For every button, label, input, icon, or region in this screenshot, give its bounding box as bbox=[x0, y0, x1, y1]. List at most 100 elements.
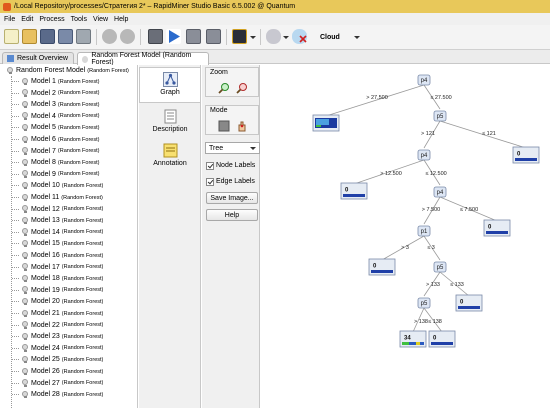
tree-split-node[interactable]: p4 bbox=[417, 149, 431, 161]
bulb-icon bbox=[22, 193, 28, 202]
pause-icon[interactable] bbox=[186, 29, 201, 44]
tree-leaf-node[interactable]: 0 bbox=[340, 182, 368, 200]
tree-item-model[interactable]: Model 28 (Random Forest) bbox=[12, 389, 103, 400]
tree-split-node[interactable]: p4 bbox=[433, 186, 447, 198]
tree-leaf-node[interactable]: 34 bbox=[399, 330, 427, 348]
save-image-button[interactable]: Save Image... bbox=[206, 192, 258, 204]
tree-item-model[interactable]: Model 20 (Random Forest) bbox=[12, 296, 103, 307]
open-folder-icon[interactable] bbox=[22, 29, 37, 44]
tree-split-node[interactable]: p1 bbox=[417, 225, 431, 237]
chevron-down-icon[interactable] bbox=[250, 36, 256, 39]
tree-connector bbox=[12, 127, 19, 129]
zoom-out-icon[interactable] bbox=[236, 82, 248, 94]
hand-mode-icon[interactable] bbox=[236, 120, 248, 132]
redo-icon[interactable] bbox=[120, 29, 135, 44]
tree-leaf-node[interactable]: 0 bbox=[483, 219, 511, 237]
tree-leaf-node[interactable]: 0 bbox=[512, 146, 540, 164]
menu-help[interactable]: Help bbox=[114, 16, 128, 23]
import-icon[interactable] bbox=[76, 29, 91, 44]
tree-item-model[interactable]: Model 15 (Random Forest) bbox=[12, 238, 103, 249]
tree-item-model[interactable]: Model 10 (Random Forest) bbox=[12, 180, 103, 191]
perspective-icon[interactable] bbox=[232, 29, 247, 44]
edge-labels-checkbox[interactable]: Edge Labels bbox=[206, 176, 255, 187]
view-description-button[interactable]: Description bbox=[139, 109, 201, 139]
tree-item-model[interactable]: Model 14 (Random Forest) bbox=[12, 227, 103, 238]
view-annotation-button[interactable]: Annotation bbox=[139, 143, 201, 173]
tree-split-node[interactable]: p5 bbox=[417, 297, 431, 309]
tree-item-model[interactable]: Model 22 (Random Forest) bbox=[12, 320, 103, 331]
select-mode-icon[interactable] bbox=[218, 120, 230, 132]
tree-connector bbox=[12, 359, 19, 361]
tree-item-model[interactable]: Model 13 (Random Forest) bbox=[12, 215, 103, 226]
save-as-icon[interactable] bbox=[58, 29, 73, 44]
cloud-gray-icon[interactable] bbox=[266, 29, 281, 44]
bulb-icon bbox=[82, 55, 89, 63]
tree-item-model[interactable]: Model 6 (Random Forest) bbox=[12, 134, 99, 145]
tree-item-model[interactable]: Model 17 (Random Forest) bbox=[12, 262, 103, 273]
graph-icon bbox=[162, 72, 178, 87]
tree-item-model[interactable]: Model 24 (Random Forest) bbox=[12, 343, 103, 354]
bulb-icon bbox=[22, 379, 28, 387]
cloud-label[interactable]: Cloud bbox=[320, 34, 340, 41]
bulb-icon bbox=[22, 89, 28, 97]
tree-item-model[interactable]: Model 23 (Random Forest) bbox=[12, 331, 103, 342]
tree-split-node[interactable]: p5 bbox=[433, 261, 447, 273]
bulb-icon bbox=[22, 251, 28, 260]
tree-item-model[interactable]: Model 5 (Random Forest) bbox=[12, 122, 99, 133]
tree-item-model[interactable]: Model 19 (Random Forest) bbox=[12, 285, 103, 296]
node-labels-checkbox[interactable]: Node Labels bbox=[206, 160, 255, 171]
tree-root[interactable]: Random Forest Model (Random Forest) bbox=[7, 65, 129, 76]
tree-connector bbox=[12, 371, 19, 372]
tab-result-overview[interactable]: Result Overview bbox=[2, 52, 74, 64]
bulb-icon bbox=[22, 321, 28, 329]
menu-view[interactable]: View bbox=[93, 16, 108, 23]
new-process-icon[interactable] bbox=[4, 29, 19, 44]
tree-item-model[interactable]: Model 11 (Random Forest) bbox=[12, 192, 103, 203]
view-graph-button[interactable]: Graph bbox=[139, 67, 201, 103]
menu-file[interactable]: File bbox=[4, 16, 15, 23]
tree-split-node[interactable]: p5 bbox=[433, 110, 447, 122]
tree-connector bbox=[12, 208, 19, 210]
tree-item-model[interactable]: Model 9 (Random Forest) bbox=[12, 169, 99, 180]
tree-item-model[interactable]: Model 26 (Random Forest) bbox=[12, 366, 103, 377]
edge-label: > 121 bbox=[421, 131, 435, 137]
undo-icon[interactable] bbox=[102, 29, 117, 44]
chevron-down-icon[interactable] bbox=[354, 36, 360, 39]
menu-tools[interactable]: Tools bbox=[71, 16, 87, 23]
chevron-down-icon[interactable] bbox=[283, 36, 289, 39]
help-button[interactable]: Help bbox=[206, 209, 258, 221]
tree-leaf-node[interactable]: 0 bbox=[428, 330, 456, 348]
tree-leaf-node[interactable]: 0 bbox=[455, 294, 483, 312]
tree-leaf-node[interactable] bbox=[312, 114, 340, 132]
cloud-disconnected-icon[interactable] bbox=[292, 29, 307, 44]
bulb-icon bbox=[7, 66, 13, 75]
run-icon[interactable] bbox=[166, 29, 181, 44]
step-icon[interactable] bbox=[148, 29, 163, 44]
tree-item-model[interactable]: Model 8 (Random Forest) bbox=[12, 157, 99, 168]
tree-item-model[interactable]: Model 2 (Random Forest) bbox=[12, 88, 99, 99]
tree-connector bbox=[12, 139, 19, 140]
tree-leaf-node[interactable]: 0 bbox=[368, 258, 396, 276]
menu-edit[interactable]: Edit bbox=[21, 16, 33, 23]
tab-random-forest-model[interactable]: Random Forest Model (Random Forest) bbox=[77, 52, 209, 66]
tree-item-model[interactable]: Model 3 (Random Forest) bbox=[12, 99, 99, 110]
zoom-in-icon[interactable] bbox=[218, 82, 230, 94]
description-icon bbox=[164, 109, 176, 124]
stop-icon[interactable] bbox=[206, 29, 221, 44]
tree-item-model[interactable]: Model 12 (Random Forest) bbox=[12, 204, 103, 215]
tree-item-model[interactable]: Model 18 (Random Forest) bbox=[12, 273, 103, 284]
tree-item-model[interactable]: Model 21 (Random Forest) bbox=[12, 308, 103, 319]
tree-graph-canvas[interactable]: > 27.500 ≤ 27.500 > 121 ≤ 121 > 12.500 ≤ 12.5… bbox=[261, 65, 550, 408]
tree-item-model[interactable]: Model 1 (Random Forest) bbox=[12, 76, 99, 87]
layout-select[interactable]: Tree bbox=[205, 142, 260, 154]
save-icon[interactable] bbox=[40, 29, 55, 44]
tree-split-node[interactable]: p4 bbox=[417, 74, 431, 86]
tree-connector bbox=[12, 301, 19, 303]
tree-item-model[interactable]: Model 25 (Random Forest) bbox=[12, 354, 103, 365]
decision-tree-graph[interactable]: > 27.500 ≤ 27.500 > 121 ≤ 121 > 12.500 ≤ 12.5… bbox=[261, 65, 550, 408]
tree-item-model[interactable]: Model 27 (Random Forest) bbox=[12, 378, 103, 389]
tree-item-model[interactable]: Model 16 (Random Forest) bbox=[12, 250, 103, 261]
tree-item-model[interactable]: Model 4 (Random Forest) bbox=[12, 111, 99, 122]
menu-process[interactable]: Process bbox=[39, 16, 64, 23]
tree-item-model[interactable]: Model 7 (Random Forest) bbox=[12, 146, 99, 157]
